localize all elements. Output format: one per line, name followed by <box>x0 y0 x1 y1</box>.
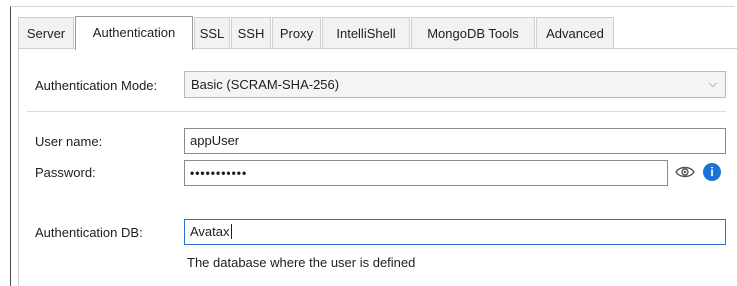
tab-authentication[interactable]: Authentication <box>75 16 193 50</box>
password-input[interactable]: ••••••••••• <box>184 160 668 186</box>
username-label: User name: <box>35 134 103 149</box>
eye-icon[interactable] <box>675 164 695 180</box>
password-label: Password: <box>35 165 96 180</box>
tab-mongodb-tools[interactable]: MongoDB Tools <box>411 17 535 49</box>
tab-advanced[interactable]: Advanced <box>536 17 614 49</box>
text-cursor <box>230 224 232 239</box>
auth-db-hint: The database where the user is defined <box>187 255 416 270</box>
auth-mode-select[interactable]: Basic (SCRAM-SHA-256) ⌵ <box>184 71 726 98</box>
info-icon[interactable]: i <box>703 163 721 181</box>
section-divider <box>27 111 726 112</box>
auth-db-label: Authentication DB: <box>35 225 143 240</box>
auth-db-value: Avatax <box>190 224 230 239</box>
tab-intellishell[interactable]: IntelliShell <box>322 17 410 49</box>
tab-ssh[interactable]: SSH <box>231 17 271 49</box>
tab-server[interactable]: Server <box>18 17 74 49</box>
tab-ssl[interactable]: SSL <box>194 17 230 49</box>
auth-db-input[interactable]: Avatax <box>184 219 726 245</box>
password-value: ••••••••••• <box>190 166 248 180</box>
username-value: appUser <box>190 133 240 148</box>
auth-mode-label: Authentication Mode: <box>35 78 158 93</box>
auth-mode-value: Basic (SCRAM-SHA-256) <box>191 77 340 92</box>
username-input[interactable]: appUser <box>184 128 726 154</box>
tab-bar: Server Authentication SSL SSH Proxy Inte… <box>18 16 618 50</box>
chevron-down-icon: ⌵ <box>708 78 717 90</box>
tab-proxy[interactable]: Proxy <box>272 17 321 49</box>
